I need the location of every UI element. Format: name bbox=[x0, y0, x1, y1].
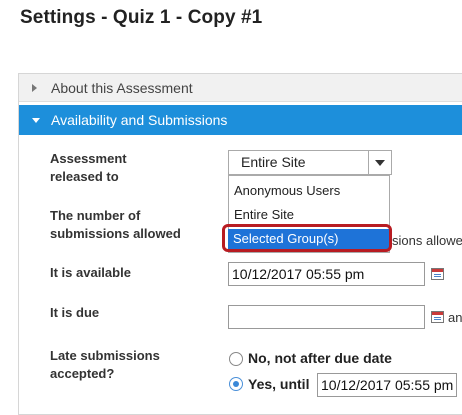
released-to-value: Entire Site bbox=[241, 154, 306, 170]
select-arrow-box[interactable] bbox=[368, 151, 391, 174]
late-label-line2: accepted? bbox=[50, 366, 115, 381]
due-label: It is due bbox=[50, 305, 100, 320]
calendar-icon[interactable] bbox=[431, 311, 444, 323]
section-about-header[interactable]: About this Assessment bbox=[19, 74, 462, 102]
option-entire-site[interactable]: Entire Site bbox=[234, 206, 294, 224]
released-to-label: Assessment released to bbox=[50, 150, 127, 186]
released-to-label-line2: released to bbox=[50, 169, 119, 184]
section-availability-label: Availability and Submissions bbox=[51, 112, 228, 128]
released-to-select[interactable]: Entire Site bbox=[228, 150, 392, 175]
late-yes-label: Yes, until bbox=[248, 376, 310, 392]
available-date-input[interactable] bbox=[228, 262, 425, 286]
late-no-radio[interactable] bbox=[229, 352, 243, 366]
option-anonymous-users[interactable]: Anonymous Users bbox=[234, 182, 340, 200]
submissions-clipped-text: sions allowe bbox=[392, 233, 462, 248]
section-about-label: About this Assessment bbox=[51, 80, 193, 96]
late-no-label: No, not after due date bbox=[248, 350, 392, 366]
late-label: Late submissions accepted? bbox=[50, 347, 160, 383]
available-label: It is available bbox=[50, 265, 131, 280]
section-availability-header[interactable]: Availability and Submissions bbox=[19, 105, 462, 135]
caret-right-icon bbox=[32, 84, 37, 92]
late-label-line1: Late submissions bbox=[50, 348, 160, 363]
released-to-label-line1: Assessment bbox=[50, 151, 127, 166]
calendar-icon[interactable] bbox=[431, 268, 444, 280]
due-date-input[interactable] bbox=[228, 305, 425, 329]
submissions-label-line1: The number of bbox=[50, 208, 141, 223]
late-yes-radio[interactable] bbox=[229, 377, 243, 391]
page-title: Settings - Quiz 1 - Copy #1 bbox=[20, 7, 263, 28]
submissions-label-line2: submissions allowed bbox=[50, 226, 181, 241]
chevron-down-icon bbox=[375, 160, 385, 166]
due-trailing-text: an bbox=[448, 310, 462, 325]
submissions-label: The number of submissions allowed bbox=[50, 207, 181, 243]
caret-down-icon bbox=[32, 118, 40, 123]
late-yes-date-input[interactable] bbox=[317, 373, 457, 397]
highlight-ring bbox=[222, 224, 392, 252]
